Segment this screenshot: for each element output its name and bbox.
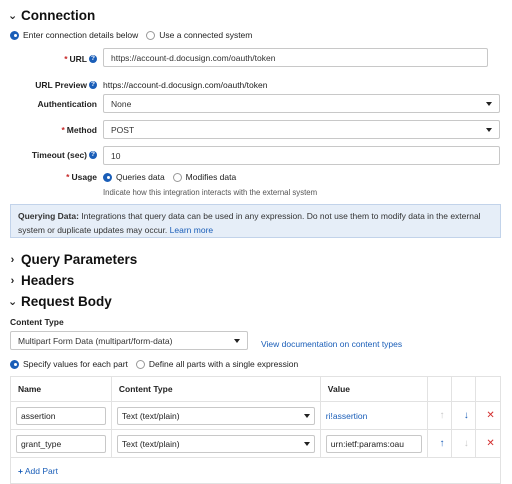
usage-hint: Indicate how this integration interacts … (103, 188, 318, 197)
radio-connected-system-label: Use a connected system (159, 30, 253, 40)
help-icon[interactable]: ? (89, 151, 97, 159)
content-type-label: Content Type (10, 317, 64, 327)
radio-specify-each-part[interactable] (10, 359, 19, 369)
method-label: * Method (61, 125, 97, 135)
connection-title: Connection (21, 8, 96, 23)
chevron-right-icon: › (10, 274, 15, 287)
headers-title: Headers (21, 273, 75, 288)
url-preview-label: URL Preview ? (0, 78, 97, 92)
table-row: assertion Text (text/plain) ri!assertion… (10, 401, 501, 430)
querying-data-banner: Querying Data: Integrations that query d… (10, 204, 501, 238)
timeout-label: Timeout (sec) ? (0, 148, 97, 162)
radio-modifies-data-label: Modifies data (185, 172, 237, 182)
arrow-down-icon[interactable]: ↓ (451, 401, 477, 430)
part-content-type-select[interactable]: Text (text/plain) (116, 434, 315, 453)
chevron-right-icon: › (10, 253, 15, 266)
request-body-title: Request Body (21, 294, 112, 309)
connection-section-toggle[interactable]: ⌄ Connection (8, 8, 95, 23)
part-value-input[interactable]: urn:ietf:params:oau (325, 434, 422, 453)
learn-more-link[interactable]: Learn more (170, 225, 213, 235)
chevron-down-icon: ⌄ (8, 10, 18, 22)
plus-icon: + (18, 465, 23, 476)
content-type-docs-link[interactable]: View documentation on content types (261, 339, 402, 349)
arrow-up-icon[interactable]: ↑ (427, 429, 453, 458)
parts-table: Name Content Type Value assertion Text (… (10, 376, 501, 484)
radio-modifies-data[interactable] (172, 172, 182, 182)
dropdown-caret-icon (303, 441, 310, 446)
column-header-value: Value (320, 376, 428, 402)
delete-icon[interactable]: ✕ (475, 401, 501, 430)
authentication-select[interactable]: None (103, 94, 500, 113)
dropdown-caret-icon (486, 127, 492, 132)
url-label: * URL ? (0, 52, 97, 66)
query-parameters-section-toggle[interactable]: › Query Parameters (8, 252, 138, 267)
column-header-content-type: Content Type (111, 376, 321, 402)
delete-icon[interactable]: ✕ (475, 429, 501, 458)
banner-text-2: system or duplicate updates may occur. (18, 225, 170, 235)
part-value-expression[interactable]: ri!assertion (326, 411, 368, 421)
usage-label: * Usage (66, 172, 97, 182)
authentication-label: Authentication (37, 99, 98, 109)
dropdown-caret-icon (486, 101, 492, 106)
radio-connected-system[interactable] (146, 30, 156, 40)
radio-queries-data[interactable] (103, 172, 112, 182)
arrow-up-icon: ↑ (427, 401, 453, 430)
help-icon[interactable]: ? (89, 81, 97, 89)
part-name-input[interactable]: assertion (16, 406, 106, 425)
query-parameters-title: Query Parameters (21, 252, 138, 267)
radio-single-expression-label: Define all parts with a single expressio… (148, 359, 299, 369)
radio-single-expression[interactable] (135, 359, 145, 369)
content-type-select[interactable]: Multipart Form Data (multipart/form-data… (10, 331, 248, 350)
url-preview-value: https://account-d.docusign.com/oauth/tok… (103, 80, 268, 90)
radio-specify-each-part-label: Specify values for each part (23, 359, 128, 369)
add-part-button[interactable]: + Add Part (18, 466, 58, 476)
url-input[interactable]: https://account-d.docusign.com/oauth/tok… (103, 48, 488, 67)
headers-section-toggle[interactable]: › Headers (8, 273, 75, 288)
chevron-down-icon: ⌄ (8, 296, 18, 308)
timeout-input[interactable]: 10 (103, 146, 500, 165)
dropdown-caret-icon (303, 413, 310, 418)
arrow-down-icon: ↓ (451, 429, 477, 458)
radio-enter-details-label: Enter connection details below (23, 30, 139, 40)
column-header-name: Name (10, 376, 112, 402)
dropdown-caret-icon (234, 338, 240, 343)
radio-enter-details[interactable] (10, 30, 19, 40)
radio-queries-data-label: Queries data (116, 172, 165, 182)
help-icon[interactable]: ? (89, 55, 97, 63)
banner-title: Querying Data: (18, 211, 79, 221)
method-select[interactable]: POST (103, 120, 500, 139)
part-name-input[interactable]: grant_type (16, 434, 106, 453)
request-body-section-toggle[interactable]: ⌄ Request Body (8, 294, 112, 309)
banner-text-1: Integrations that query data can be used… (78, 211, 481, 221)
table-row: grant_type Text (text/plain) urn:ietf:pa… (10, 429, 501, 458)
part-content-type-select[interactable]: Text (text/plain) (116, 406, 315, 425)
